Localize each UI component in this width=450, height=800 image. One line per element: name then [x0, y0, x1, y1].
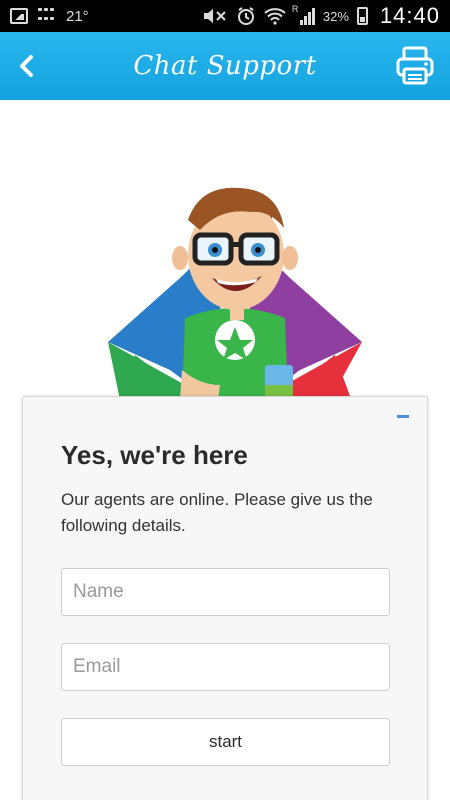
printer-icon: [396, 46, 434, 85]
temperature: 21°: [66, 7, 89, 25]
minimize-icon[interactable]: [397, 415, 409, 418]
name-field[interactable]: [61, 568, 390, 616]
chevron-left-icon: [20, 55, 33, 77]
page-title: Chat Support: [133, 51, 317, 81]
card-description: Our agents are online. Please give us th…: [61, 490, 373, 535]
back-button[interactable]: [6, 44, 46, 88]
app-bar: Chat Support: [0, 32, 450, 100]
battery-icon: [356, 7, 368, 25]
mascot-illustration: [108, 187, 362, 400]
status-bar: 21° R 32% 14:40: [0, 0, 450, 32]
print-button[interactable]: [394, 44, 436, 88]
mute-icon: [203, 9, 226, 23]
start-button[interactable]: start: [61, 718, 390, 766]
wifi-icon: [264, 8, 286, 25]
card-title: Yes, we're here: [61, 440, 248, 470]
signal-icon: R: [291, 4, 315, 25]
bbm-icon: [38, 8, 56, 24]
status-right: R 32% 14:40: [202, 3, 440, 29]
email-field[interactable]: [61, 643, 390, 691]
alarm-icon: [237, 7, 254, 25]
mascot-body: [180, 308, 293, 400]
network-type: R: [291, 4, 299, 14]
chat-form-card: Yes, we're here Our agents are online. P…: [22, 396, 428, 800]
clock: 14:40: [379, 3, 440, 28]
status-left: 21°: [10, 8, 89, 24]
battery-percent: 32%: [322, 8, 349, 24]
gallery-icon: [10, 8, 28, 24]
